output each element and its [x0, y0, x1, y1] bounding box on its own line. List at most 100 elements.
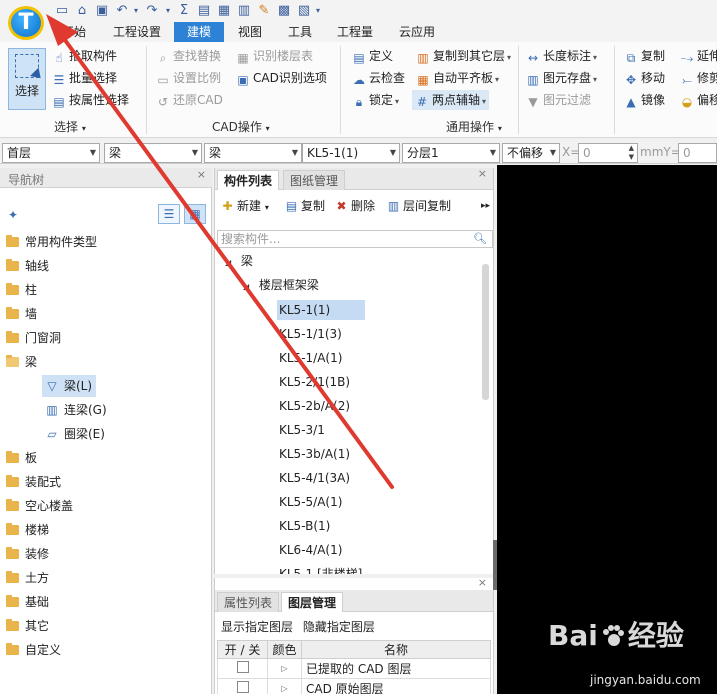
- expand-triangle-icon[interactable]: ◢: [243, 276, 255, 298]
- sum-icon[interactable]: Σ: [176, 3, 192, 19]
- batch-select-button[interactable]: ☰ 批量选择: [52, 68, 117, 88]
- tab-drawing-management[interactable]: 图纸管理: [283, 170, 346, 190]
- detail-view-icon[interactable]: ▦: [184, 204, 206, 224]
- mirror-button[interactable]: ▲ 镜像: [624, 90, 665, 110]
- table-row[interactable]: ▷ 已提取的 CAD 图层: [217, 658, 491, 679]
- hide-layer-button[interactable]: 隐藏指定图层: [303, 620, 375, 634]
- nav-item-beam[interactable]: 梁: [6, 351, 37, 373]
- cad-group-label[interactable]: CAD操作 ▾: [212, 118, 270, 135]
- search-drawing-icon[interactable]: ▦: [216, 3, 232, 19]
- component-item[interactable]: KL5-1 [非楼梯]: [277, 564, 366, 574]
- select-group-label[interactable]: 选择 ▾: [54, 118, 86, 135]
- layer-visibility-checkbox[interactable]: [236, 661, 249, 673]
- component-item[interactable]: KL5-1(1): [277, 300, 365, 320]
- spinner-icon[interactable]: ▲ ▼: [629, 144, 634, 162]
- nav-item-coupling-beam[interactable]: ▥ 连梁(G): [42, 399, 111, 421]
- nav-close-button[interactable]: ×: [197, 168, 206, 181]
- cloud-check-button[interactable]: ☁ 云检查: [352, 68, 405, 88]
- layer-select[interactable]: 分层1 ▼: [402, 143, 500, 163]
- layer-visibility-checkbox[interactable]: [236, 681, 249, 693]
- identify-floor-table-button[interactable]: ▦ 识别楼层表: [236, 46, 313, 66]
- nav-item-common-types[interactable]: 常用构件类型: [6, 231, 97, 253]
- component-item[interactable]: KL5-2/1(1B): [277, 372, 354, 392]
- redo-dropdown-icon[interactable]: ▾: [164, 3, 172, 19]
- component-item[interactable]: KL5-3/1: [277, 420, 329, 440]
- type-select[interactable]: 梁 ▼: [204, 143, 302, 163]
- component-item[interactable]: KL5-4/1(3A): [277, 468, 354, 488]
- customize-dropdown-icon[interactable]: ▾: [314, 3, 322, 19]
- select-button[interactable]: 选择: [8, 48, 46, 110]
- move-button[interactable]: ✥ 移动: [624, 68, 665, 88]
- save-icon[interactable]: ▣: [94, 3, 110, 19]
- undo-icon[interactable]: ↶: [114, 3, 130, 19]
- component-panel-close-button[interactable]: ×: [478, 167, 487, 180]
- expand-triangle-icon[interactable]: ◢: [225, 252, 237, 274]
- nav-item-decoration[interactable]: 装修: [6, 543, 49, 565]
- component-item[interactable]: KL5-5/A(1): [277, 492, 346, 512]
- redo-icon[interactable]: ↷: [144, 3, 160, 19]
- floor-copy-button[interactable]: ▥ 层间复制: [387, 196, 451, 216]
- component-search-input[interactable]: [218, 231, 468, 247]
- sparkle-icon[interactable]: ✦: [8, 208, 18, 222]
- nav-item-hollow-floor[interactable]: 空心楼盖: [6, 495, 73, 517]
- x-coordinate-input[interactable]: 0 ▲ ▼: [578, 143, 638, 163]
- component-item[interactable]: KL5-1/1(3): [277, 324, 346, 344]
- tab-layer-management[interactable]: 图层管理: [281, 592, 344, 612]
- category-select[interactable]: 梁 ▼: [104, 143, 202, 163]
- nav-item-earthwork[interactable]: 土方: [6, 567, 49, 589]
- extend-button[interactable]: ⤍ 延伸: [680, 46, 717, 66]
- toolbar-overflow-icon[interactable]: ▸▸: [481, 196, 490, 216]
- y-coordinate-input[interactable]: 0: [678, 143, 717, 163]
- copy-to-other-floor-button[interactable]: ▥ 复制到其它层 ▾: [416, 46, 511, 66]
- nav-item-prefab[interactable]: 装配式: [6, 471, 61, 493]
- trim-button[interactable]: ⤚ 修剪: [680, 68, 717, 88]
- open-folder-icon[interactable]: ⌂: [74, 3, 90, 19]
- tab-cloud[interactable]: 云应用: [392, 22, 442, 42]
- floor-select[interactable]: 首层 ▼: [2, 143, 100, 163]
- nav-item-column[interactable]: 柱: [6, 279, 37, 301]
- copy-component-button[interactable]: ▤ 复制: [285, 196, 325, 216]
- pen-icon[interactable]: ✎: [256, 3, 272, 19]
- nav-item-ring-beam[interactable]: ▱ 圈梁(E): [42, 423, 109, 445]
- undo-dropdown-icon[interactable]: ▾: [132, 3, 140, 19]
- grid-icon[interactable]: ▩: [276, 3, 292, 19]
- tab-modeling[interactable]: 建模: [174, 22, 224, 42]
- two-point-axis-button[interactable]: # 两点辅轴 ▾: [412, 90, 490, 110]
- tab-property-list[interactable]: 属性列表: [217, 592, 280, 612]
- offset-select[interactable]: 不偏移 ▼: [502, 143, 560, 163]
- nav-item-foundation[interactable]: 基础: [6, 591, 49, 613]
- component-list-scrollbar[interactable]: [482, 264, 489, 400]
- nav-item-openings[interactable]: 门窗洞: [6, 327, 61, 349]
- nav-item-beam-l[interactable]: ▽ 梁(L): [42, 375, 97, 397]
- tree-group-frame-beam[interactable]: ◢ 楼层框架梁: [243, 274, 319, 296]
- tab-quantity[interactable]: 工程量: [330, 22, 380, 42]
- find-replace-button[interactable]: ⌕ 查找替换: [156, 46, 221, 66]
- component-item[interactable]: KL5-B(1): [277, 516, 334, 536]
- tab-view[interactable]: 视图: [230, 22, 270, 42]
- length-dimension-button[interactable]: ↔ 长度标注 ▾: [526, 46, 597, 66]
- search-icon[interactable]: 🔍︎: [473, 232, 487, 245]
- tab-project-settings[interactable]: 工程设置: [106, 22, 168, 42]
- auto-align-slab-button[interactable]: ▦ 自动平齐板 ▾: [416, 68, 499, 88]
- nav-item-wall[interactable]: 墙: [6, 303, 37, 325]
- define-button[interactable]: ▤ 定义: [352, 46, 393, 66]
- component-item[interactable]: KL5-2b/A(2): [277, 396, 354, 416]
- tab-component-list[interactable]: 构件列表: [217, 170, 280, 190]
- expand-arrow-icon[interactable]: ▷: [267, 678, 302, 694]
- set-scale-button[interactable]: ▭ 设置比例: [156, 68, 221, 88]
- layer-panel-close-button[interactable]: ×: [478, 576, 487, 589]
- restore-cad-button[interactable]: ↺ 还原CAD: [156, 90, 223, 110]
- report-icon[interactable]: ▤: [196, 3, 212, 19]
- component-item[interactable]: KL5-1/A(1): [277, 348, 346, 368]
- component-item[interactable]: KL5-3b/A(1): [277, 444, 354, 464]
- nav-item-slab[interactable]: 板: [6, 447, 37, 469]
- app-logo[interactable]: T: [8, 6, 44, 40]
- palette-icon[interactable]: ▧: [296, 3, 312, 19]
- select-by-property-button[interactable]: ▤ 按属性选择: [52, 90, 129, 110]
- tab-start[interactable]: 开始: [52, 22, 96, 42]
- delete-component-button[interactable]: ✖ 删除: [335, 196, 375, 216]
- nav-item-custom[interactable]: 自定义: [6, 639, 61, 661]
- show-layer-button[interactable]: 显示指定图层: [221, 620, 293, 634]
- calculator-icon[interactable]: ▥: [236, 3, 252, 19]
- component-item[interactable]: KL6-4/A(1): [277, 540, 346, 560]
